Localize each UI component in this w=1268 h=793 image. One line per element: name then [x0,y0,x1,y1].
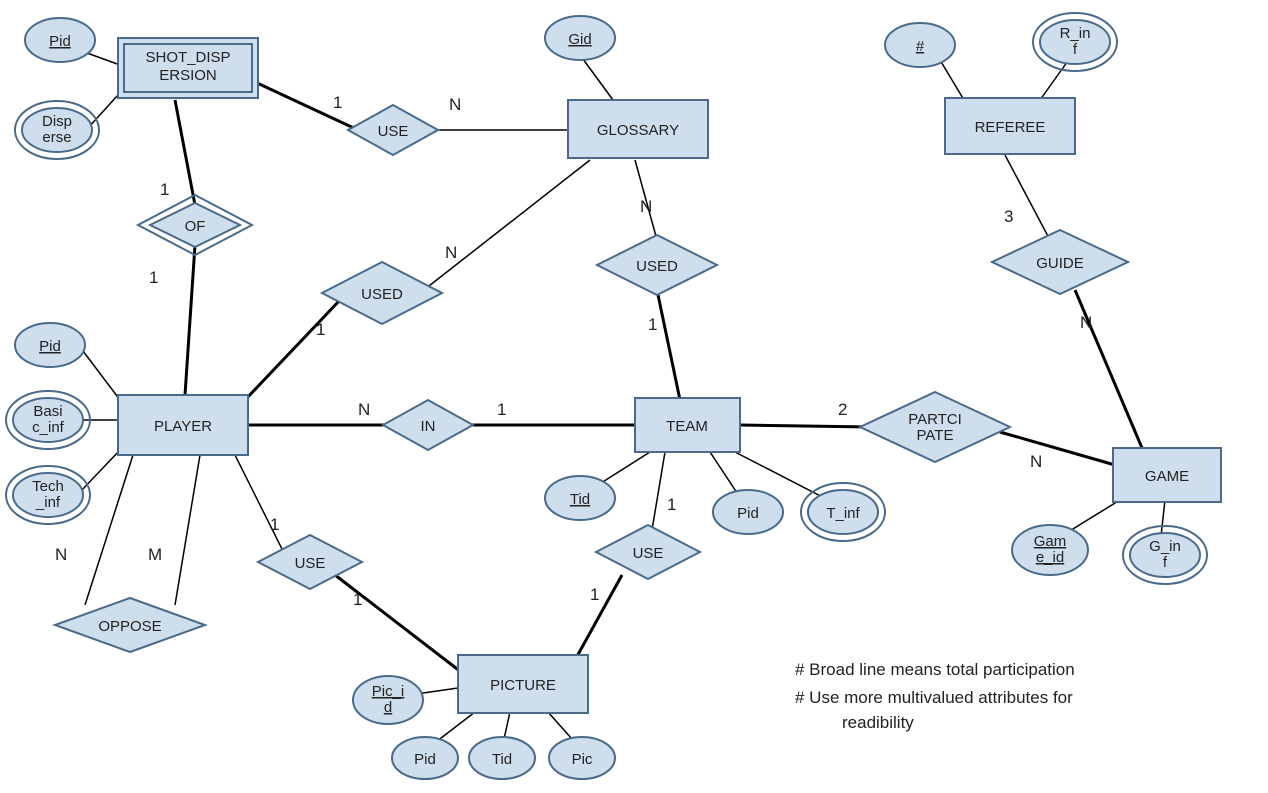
attr-tm-pid: Pid [713,490,783,534]
card: N [1080,313,1092,332]
entity-game: GAME [1113,448,1221,502]
note-line: readibility [842,713,914,732]
attr-pic-pid: Pid [392,737,458,779]
attr-pl-tech: Tech _inf [6,466,90,524]
rel-used-tm-gl: USED [597,235,717,295]
rel-label: GUIDE [1036,255,1084,272]
card: N [55,545,67,564]
entity-label: REFEREE [975,119,1046,136]
rel-participate: PARTCI PATE [860,392,1010,462]
entity-label: SHOT_DISP [145,49,230,66]
entity-picture: PICTURE [458,655,588,713]
attr-label: Pid [39,338,61,355]
attr-label: Gam [1034,533,1067,550]
attr-label: Pic_i [372,683,405,700]
rel-label: OPPOSE [98,618,161,635]
card: N [640,197,652,216]
card: N [445,243,457,262]
rel-label: USE [378,123,409,140]
rel-oppose: OPPOSE [55,598,205,652]
rel-label: PARTCI [908,411,962,428]
attr-label: Pic [572,751,593,768]
attr-tm-tid: Tid [545,476,615,520]
attr-label: # [916,38,925,55]
entity-shot-dispersion: SHOT_DISP ERSION [118,38,258,98]
card: 1 [149,268,158,287]
card: M [148,545,162,564]
attr-pic-tid: Tid [469,737,535,779]
attr-sd-disperse: Disp erse [15,101,99,159]
card: 1 [316,320,325,339]
attr-label: Pid [414,751,436,768]
card: 3 [1004,207,1013,226]
attr-label: Disp [42,113,72,130]
card: 1 [353,590,362,609]
attr-label: d [384,699,392,716]
rel-label: USED [636,258,678,275]
attr-ref-num: # [885,23,955,67]
entity-team: TEAM [635,398,740,452]
rel-label: PATE [917,427,954,444]
rel-use-pl-pic: USE [258,535,362,589]
rel-in: IN [383,400,473,450]
rel-label: OF [185,218,206,235]
card: 1 [333,93,342,112]
attr-label: Gid [568,31,591,48]
note-line: # Broad line means total participation [795,660,1075,679]
attr-label: Pid [737,505,759,522]
card: 1 [270,515,279,534]
rel-label: USE [633,545,664,562]
rel-label: IN [421,418,436,435]
attr-label: Tech [32,478,64,495]
attr-label: G_in [1149,538,1181,555]
rel-use-tm-pic: USE [596,525,700,579]
card: 1 [590,585,599,604]
card: N [1030,452,1042,471]
attr-label: Basi [33,403,62,420]
attr-label: _inf [35,494,61,511]
entity-player: PLAYER [118,395,248,455]
attr-gl-gid: Gid [545,16,615,60]
card: 1 [667,495,676,514]
card: 1 [497,400,506,419]
entity-label: ERSION [159,67,217,84]
card: N [358,400,370,419]
attr-label: e_id [1036,549,1064,566]
er-diagram: SHOT_DISP ERSION GLOSSARY REFEREE PLAYER… [0,0,1268,793]
attr-tm-inf: T_inf [801,483,885,541]
attr-label: T_inf [826,505,860,522]
attr-label: R_in [1060,25,1091,42]
attr-gm-id: Gam e_id [1012,525,1088,575]
card: 1 [648,315,657,334]
entity-label: PICTURE [490,677,556,694]
attr-label: Tid [570,491,590,508]
attr-pic-id: Pic_i d [353,676,423,724]
attr-gm-inf: G_in f [1123,526,1207,584]
attr-label: Pid [49,33,71,50]
card: 1 [160,180,169,199]
attr-label: c_inf [32,419,65,436]
attr-sd-pid: Pid [25,18,95,62]
entity-label: PLAYER [154,418,212,435]
rel-used-pl-gl: USED [322,262,442,324]
entity-glossary: GLOSSARY [568,100,708,158]
rel-label: USED [361,286,403,303]
entity-label: TEAM [666,418,708,435]
card: N [449,95,461,114]
attr-pl-basic: Basi c_inf [6,391,90,449]
attr-ref-inf: R_in f [1033,13,1117,71]
entity-label: GLOSSARY [597,122,679,139]
card: 2 [838,400,847,419]
rel-of: OF [138,195,252,255]
rel-guide: GUIDE [992,230,1128,294]
attr-label: Tid [492,751,512,768]
rel-use-sd-gl: USE [348,105,438,155]
attr-pic-pic: Pic [549,737,615,779]
attr-pl-pid: Pid [15,323,85,367]
attr-label: erse [42,129,71,146]
entity-referee: REFEREE [945,98,1075,154]
entity-label: GAME [1145,468,1189,485]
note-line: # Use more multivalued attributes for [795,688,1073,707]
rel-label: USE [295,555,326,572]
